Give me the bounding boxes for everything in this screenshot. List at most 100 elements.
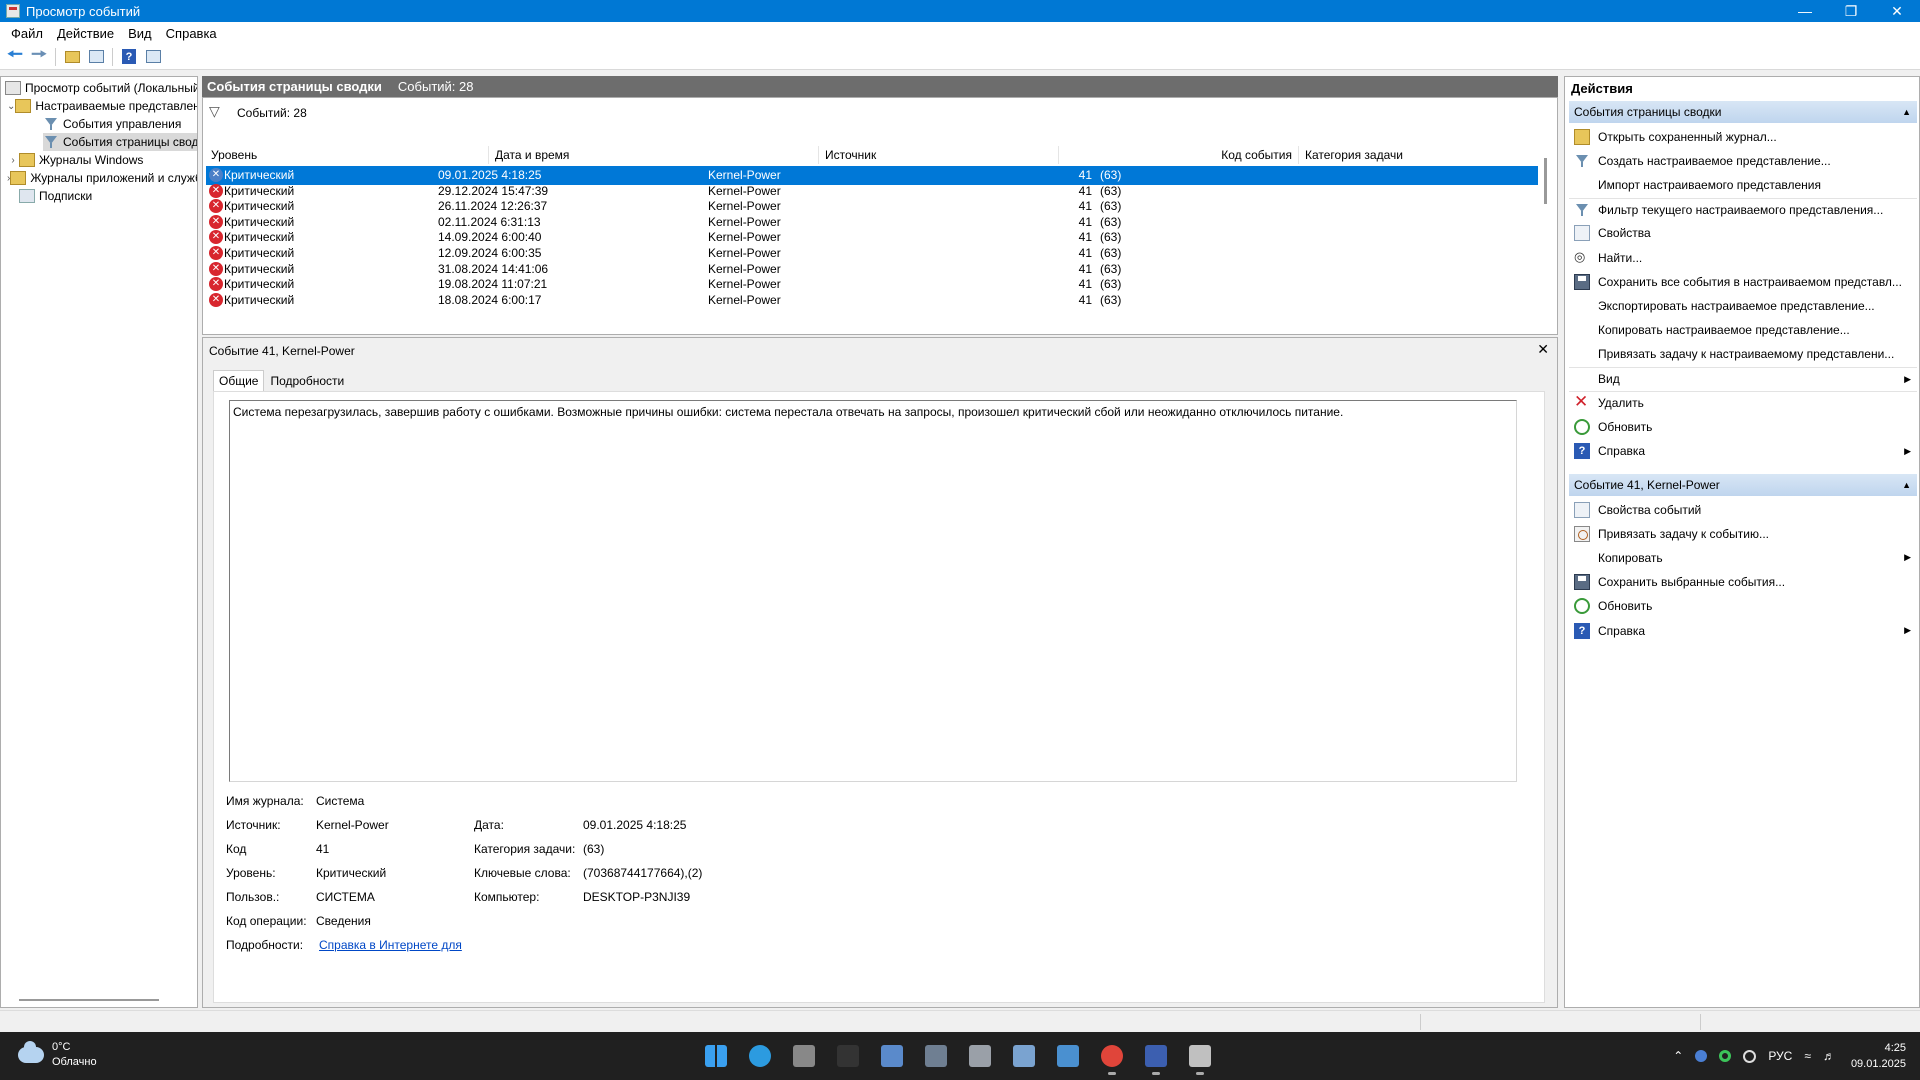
action-item[interactable]: Свойства событий (1569, 498, 1917, 521)
terminal-icon[interactable] (832, 1040, 864, 1072)
action-label: Свойства событий (1598, 502, 1702, 517)
column-event-id[interactable]: Код события (1059, 146, 1299, 164)
tree-subscriptions[interactable]: Подписки (19, 187, 197, 205)
table-row[interactable]: ✕ Критический 18.08.2024 6:00:17 Kernel-Pow… (206, 291, 1538, 310)
cell-event-id: 41 (1078, 214, 1092, 229)
tree-custom-views[interactable]: ⌄ Настраиваемые представления (7, 97, 197, 115)
tray-status-icon[interactable] (1719, 1050, 1732, 1062)
tree-app-logs[interactable]: › Журналы приложений и служб (7, 169, 197, 187)
monitor-icon[interactable] (1008, 1040, 1040, 1072)
chevron-down-icon[interactable]: ⌄ (7, 101, 15, 112)
action-label: Обновить (1598, 419, 1653, 434)
tree-root[interactable]: Просмотр событий (Локальный) (5, 79, 197, 97)
language-indicator[interactable]: РУС (1768, 1049, 1792, 1063)
cell-level: Критический (224, 168, 295, 182)
restore-button[interactable]: ❐ (1828, 0, 1874, 22)
action-item[interactable]: ? Справка ▶ (1569, 619, 1917, 642)
column-category[interactable]: Категория задачи (1299, 146, 1539, 164)
cell-source: Kernel-Power (708, 230, 781, 245)
menu-view[interactable]: Вид (121, 26, 159, 41)
prop-computer-label: Компьютер: (474, 890, 540, 904)
weather-widget[interactable]: 0°C Облачно (18, 1040, 97, 1070)
tree-app-logs-label: Журналы приложений и служб (30, 171, 197, 185)
actions-section-view[interactable]: События страницы сводки ▲ (1569, 101, 1917, 123)
clapper-icon[interactable] (788, 1040, 820, 1072)
chevron-right-icon[interactable]: › (7, 155, 19, 166)
help-icon[interactable]: ? (118, 46, 140, 68)
cell-category: (63) (1100, 277, 1122, 292)
forward-arrow-icon[interactable]: 🠖 (28, 44, 50, 68)
tree-root-label: Просмотр событий (Локальный) (25, 81, 197, 95)
tree-horizontal-scrollbar[interactable] (19, 999, 159, 1001)
tray-app-icon[interactable] (1695, 1050, 1708, 1062)
column-level[interactable]: Уровень (205, 146, 489, 164)
event-viewer-glyph (1189, 1045, 1211, 1067)
list-vertical-scrollbar[interactable] (1544, 158, 1547, 204)
tree-windows-logs[interactable]: › Журналы Windows (7, 151, 197, 169)
close-icon[interactable]: ✕ (1537, 341, 1549, 358)
critical-error-icon: ✕ (209, 199, 223, 214)
action-item[interactable]: Обновить (1569, 415, 1917, 438)
collapse-icon[interactable]: ▲ (1902, 480, 1911, 490)
folder-up-icon[interactable] (61, 46, 83, 68)
action-item[interactable]: Сохранить выбранные события... (1569, 571, 1917, 594)
action-item[interactable]: Привязать задачу к событию... (1569, 522, 1917, 545)
actions-section-event[interactable]: Событие 41, Kernel-Power ▲ (1569, 474, 1917, 496)
tree-admin-events[interactable]: События управления (43, 115, 197, 133)
action-item[interactable]: Сохранить все события в настраиваемом пр… (1569, 270, 1917, 293)
action-item[interactable]: Вид ▶ (1569, 367, 1917, 390)
column-source[interactable]: Источник (819, 146, 1059, 164)
menu-file[interactable]: Файл (4, 26, 50, 41)
action-item[interactable]: Импорт настраиваемого представления (1569, 173, 1917, 196)
action-label: Привязать задачу к событию... (1598, 526, 1769, 541)
action-item[interactable]: Найти... (1569, 246, 1917, 269)
critical-error-icon: ✕ (209, 183, 223, 198)
start-icon[interactable] (700, 1040, 732, 1072)
wifi-icon[interactable]: ≈ (1804, 1049, 1811, 1063)
show-hide-action-pane-icon[interactable] (142, 46, 164, 68)
action-item[interactable]: Привязать задачу к настраиваемому предст… (1569, 343, 1917, 366)
action-item[interactable]: Обновить (1569, 595, 1917, 618)
mouse-icon[interactable] (964, 1040, 996, 1072)
action-item[interactable]: Свойства (1569, 222, 1917, 245)
clock[interactable]: 4:25 09.01.2025 (1851, 1040, 1906, 1072)
minimize-button[interactable]: — (1782, 0, 1828, 22)
action-item[interactable]: Экспортировать настраиваемое представлен… (1569, 294, 1917, 317)
action-item[interactable]: Открыть сохраненный журнал... (1569, 125, 1917, 148)
edge-icon[interactable] (744, 1040, 776, 1072)
back-arrow-icon[interactable]: 🠔 (4, 44, 26, 68)
action-label: Фильтр текущего настраиваемого представл… (1598, 202, 1884, 217)
column-datetime[interactable]: Дата и время (489, 146, 819, 164)
folder-icon (19, 153, 35, 167)
calculator-icon[interactable] (920, 1040, 952, 1072)
action-item[interactable]: Копировать ▶ (1569, 546, 1917, 569)
show-hide-tree-icon[interactable] (85, 46, 107, 68)
cell-datetime: 12.09.2024 6:00:35 (438, 246, 542, 260)
menu-help[interactable]: Справка (159, 26, 224, 41)
copy-icon (1574, 550, 1590, 566)
event-description[interactable]: Система перезагрузилась, завершив работу… (229, 400, 1517, 782)
floppy-icon[interactable] (1140, 1040, 1172, 1075)
action-item[interactable]: Копировать настраиваемое представление..… (1569, 319, 1917, 342)
media-icon[interactable] (876, 1040, 908, 1072)
collapse-icon[interactable]: ▲ (1902, 107, 1911, 117)
close-button[interactable]: ✕ (1874, 0, 1920, 22)
tab-details[interactable]: Подробности (264, 370, 350, 392)
action-item[interactable]: Удалить (1569, 391, 1917, 414)
remote-desktop-icon[interactable] (1052, 1040, 1084, 1072)
save-icon (1574, 574, 1590, 591)
action-item[interactable]: Фильтр текущего настраиваемого представл… (1569, 197, 1917, 221)
event-viewer-icon[interactable] (1184, 1040, 1216, 1075)
menu-action[interactable]: Действие (50, 26, 121, 41)
action-item[interactable]: Создать настраиваемое представление... (1569, 149, 1917, 172)
tray-info-icon[interactable] (1743, 1049, 1757, 1063)
action-item[interactable]: ? Справка ▶ (1569, 440, 1917, 463)
find-icon (1574, 249, 1590, 266)
volume-icon[interactable]: ♬ (1823, 1049, 1835, 1063)
tree-summary-events[interactable]: События страницы сводки (43, 133, 197, 151)
chevron-up-icon[interactable]: ⌃ (1673, 1049, 1683, 1063)
tab-general[interactable]: Общие (213, 370, 265, 392)
prop-keywords-label: Ключевые слова: (474, 866, 571, 880)
chrome-icon[interactable] (1096, 1040, 1128, 1075)
online-help-link[interactable]: Справка в Интернете для (319, 938, 462, 952)
